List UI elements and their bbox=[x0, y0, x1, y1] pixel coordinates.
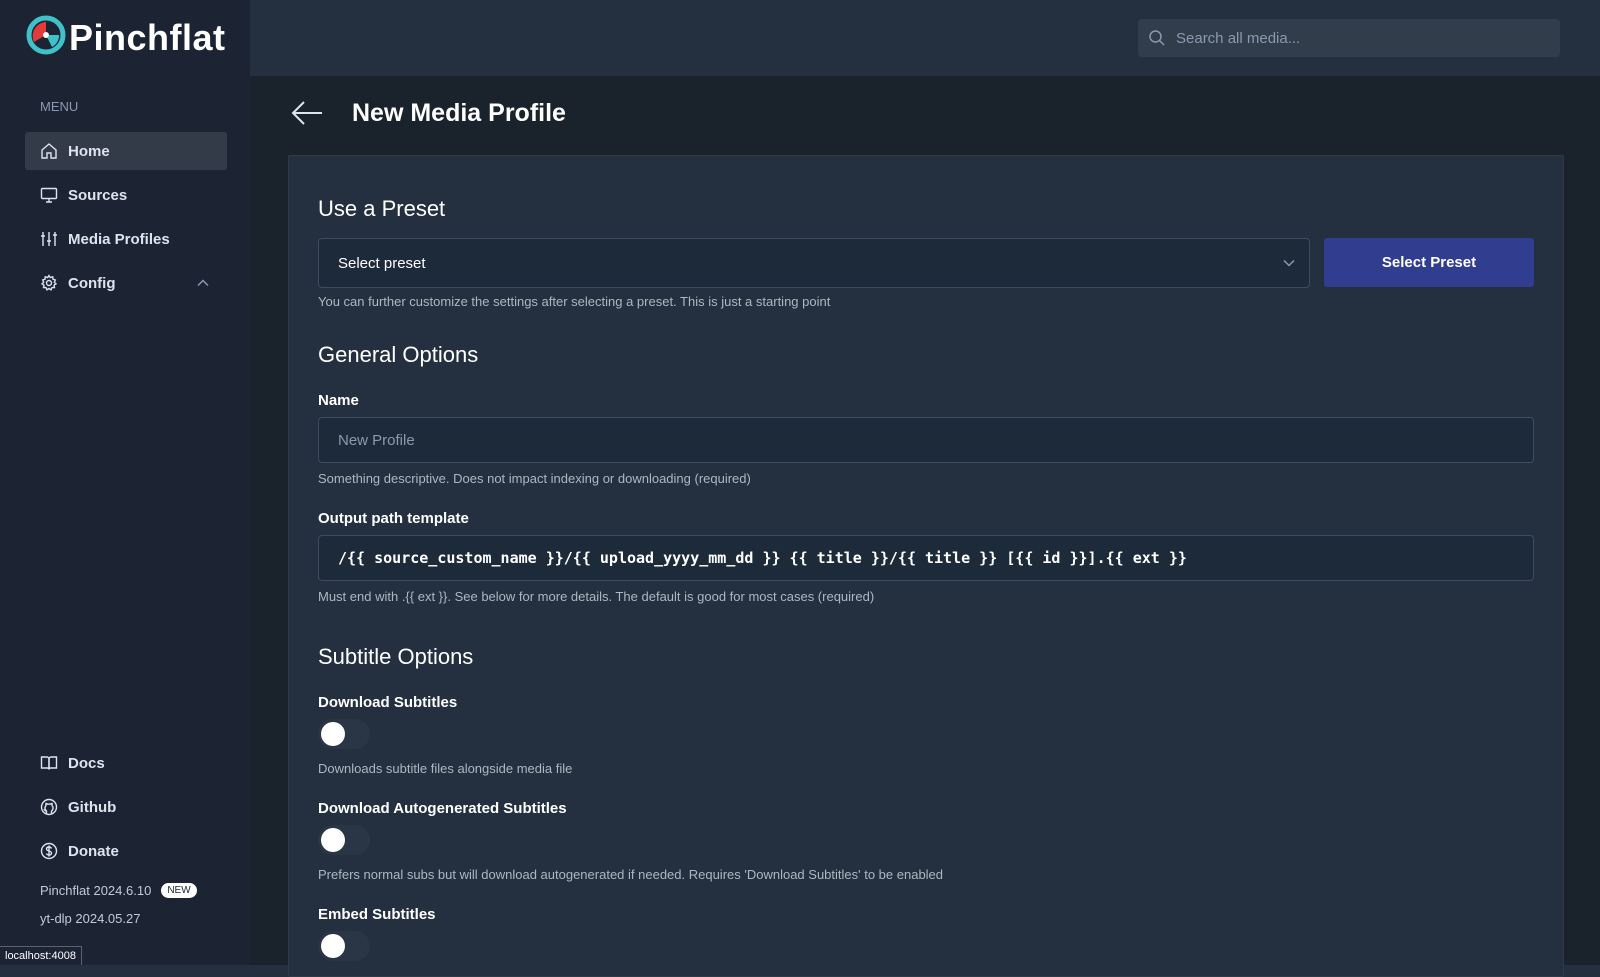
output-path-label: Output path template bbox=[318, 510, 469, 527]
ytdlp-version: yt-dlp 2024.05.27 bbox=[40, 911, 141, 926]
page-title: New Media Profile bbox=[352, 99, 566, 127]
sidebar-item-sources[interactable]: Sources bbox=[25, 176, 227, 214]
home-icon bbox=[40, 142, 58, 160]
preset-section-title: Use a Preset bbox=[318, 196, 446, 221]
dollar-icon bbox=[40, 842, 58, 860]
sidebar-item-label: Donate bbox=[68, 842, 119, 860]
autogenerated-subtitles-label: Download Autogenerated Subtitles bbox=[318, 800, 567, 817]
sidebar-item-label: Docs bbox=[68, 754, 105, 772]
chevron-up-icon[interactable] bbox=[195, 275, 211, 291]
menu-heading: MENU bbox=[40, 99, 79, 114]
sidebar-item-label: Sources bbox=[68, 186, 128, 204]
download-subtitles-label: Download Subtitles bbox=[318, 694, 458, 711]
sidebar-item-label: Home bbox=[68, 142, 110, 160]
sidebar: Pinchflat MENU Home Sources Media Profil… bbox=[0, 0, 250, 965]
sidebar-item-github[interactable]: Github bbox=[25, 788, 227, 826]
sidebar-item-label: Config bbox=[68, 274, 116, 292]
name-label: Name bbox=[318, 392, 359, 409]
toggle-knob bbox=[321, 722, 345, 746]
app-logo[interactable]: Pinchflat bbox=[25, 14, 226, 56]
autogenerated-subtitles-toggle[interactable] bbox=[318, 825, 370, 855]
app-name: Pinchflat bbox=[69, 17, 226, 56]
general-section-title: General Options bbox=[318, 342, 479, 367]
name-input[interactable] bbox=[318, 417, 1534, 463]
download-subtitles-toggle[interactable] bbox=[318, 719, 370, 749]
media-profile-form: Use a Preset Select preset Select Preset… bbox=[288, 155, 1564, 977]
select-preset-button[interactable]: Select Preset bbox=[1324, 238, 1534, 287]
new-version-badge[interactable]: NEW bbox=[161, 883, 197, 898]
autogenerated-subtitles-help-text: Prefers normal subs but will download au… bbox=[318, 867, 944, 882]
sidebar-item-label: Github bbox=[68, 798, 117, 816]
sliders-icon bbox=[40, 230, 58, 248]
main-content: New Media Profile Use a Preset Select pr… bbox=[250, 76, 1600, 977]
top-header bbox=[250, 0, 1600, 76]
chevron-down-icon bbox=[1283, 259, 1295, 267]
sidebar-item-donate[interactable]: Donate bbox=[25, 832, 227, 870]
sidebar-item-home[interactable]: Home bbox=[25, 132, 227, 170]
book-icon bbox=[40, 754, 58, 772]
preset-select-value: Select preset bbox=[338, 254, 426, 272]
sidebar-item-label: Media Profiles bbox=[68, 230, 170, 248]
output-path-help-text: Must end with .{{ ext }}. See below for … bbox=[318, 589, 875, 604]
search-icon bbox=[1149, 30, 1165, 46]
search-input[interactable] bbox=[1174, 28, 1548, 48]
name-help-text: Something descriptive. Does not impact i… bbox=[318, 471, 751, 486]
gear-icon bbox=[40, 274, 58, 292]
github-icon bbox=[40, 798, 58, 816]
monitor-icon bbox=[40, 186, 58, 204]
embed-subtitles-toggle[interactable] bbox=[318, 931, 370, 961]
toggle-knob bbox=[321, 934, 345, 958]
sidebar-item-docs[interactable]: Docs bbox=[25, 744, 227, 782]
main-nav: Home Sources Media Profiles Config bbox=[25, 132, 227, 308]
sidebar-item-media-profiles[interactable]: Media Profiles bbox=[25, 220, 227, 258]
pinchflat-version: Pinchflat 2024.6.10 bbox=[40, 883, 152, 898]
embed-subtitles-label: Embed Subtitles bbox=[318, 906, 436, 923]
preset-select[interactable]: Select preset bbox=[318, 238, 1310, 288]
subtitle-section-title: Subtitle Options bbox=[318, 644, 474, 669]
output-path-input[interactable] bbox=[318, 535, 1534, 581]
preset-help-text: You can further customize the settings a… bbox=[318, 294, 831, 309]
app-version: Pinchflat 2024.6.10 NEW bbox=[40, 883, 197, 898]
pinchflat-logo-icon bbox=[26, 15, 66, 55]
toggle-knob bbox=[321, 828, 345, 852]
download-subtitles-help-text: Downloads subtitle files alongside media… bbox=[318, 761, 573, 776]
search-bar[interactable] bbox=[1138, 19, 1560, 57]
secondary-nav: Docs Github Donate bbox=[25, 744, 227, 876]
status-bar-url: localhost:4008 bbox=[0, 946, 82, 965]
sidebar-item-config[interactable]: Config bbox=[25, 264, 227, 302]
back-arrow-icon[interactable] bbox=[290, 96, 324, 130]
